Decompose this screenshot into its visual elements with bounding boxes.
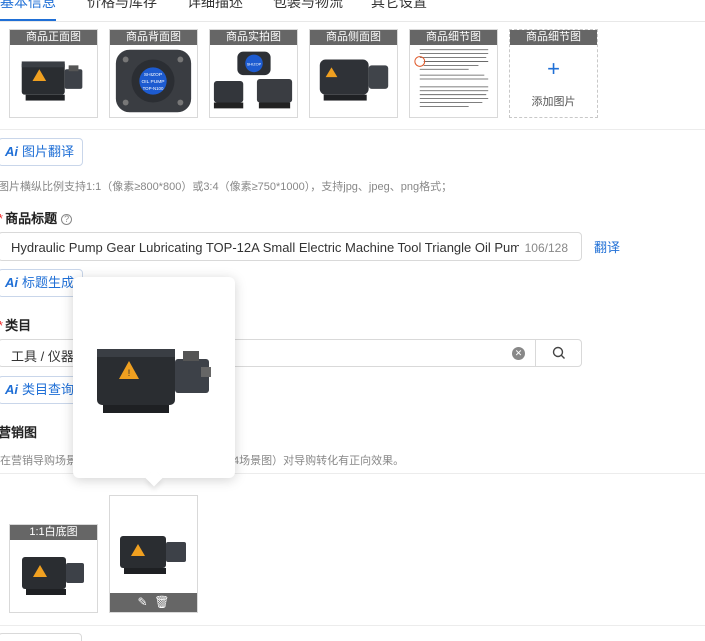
category-query-button[interactable]: Ai 类目查询 [0,376,84,404]
title-input-value[interactable]: Hydraulic Pump Gear Lubricating TOP-12A … [11,240,519,255]
pump-photo-preview: ! [97,349,211,413]
pump-photo [319,59,389,101]
image-preview-popover: ! [73,277,235,487]
ai-icon: Ai [5,382,18,397]
title-field-label: *商品标题? [0,208,73,227]
pump-photo: SHIZOP [213,51,293,109]
image-caption: 商品细节图 [510,30,597,45]
document-photo [414,49,489,107]
edit-icon[interactable]: ✎ [138,595,148,609]
add-image-label: 添加图片 [531,96,576,108]
add-image-button[interactable]: 商品细节图 + 添加图片 [509,29,598,118]
image-caption: 商品细节图 [410,30,497,45]
image-actions: ✎ 🗑 [110,593,197,612]
bottom-button-partial[interactable] [0,633,82,641]
pump-label-model: TOP-N100 [143,86,164,91]
required-mark: * [0,211,3,226]
active-tab-indicator [0,19,56,21]
image-translate-button[interactable]: Ai 图片翻译 [0,138,84,166]
section-divider [0,625,705,626]
product-image-real[interactable]: 商品实拍图 SHIZOP [209,29,298,118]
category-search-button[interactable] [535,339,582,367]
marketing-hint-left: 在营销导购场景 [0,455,77,467]
product-image-back[interactable]: 商品背面图 SHIZOP OIL PUMP TOP-N100 [109,29,198,118]
ai-icon: Ai [5,275,18,290]
ai-icon: Ai [5,144,18,159]
pump-label-brand: SHIZOP [247,61,262,66]
title-generate-label: 标题生成 [22,275,75,290]
pump-photo [22,557,84,595]
title-translate-link[interactable]: 翻译 [594,237,620,256]
marketing-hint-right: 4场景图）对导购转化有正向效果。 [233,455,405,467]
marketing-scene-image[interactable]: ✎ 🗑 [109,495,198,613]
pump-label-type: OIL PUMP [141,79,164,85]
image-caption: 商品正面图 [10,30,97,45]
tab-price-stock[interactable]: 价格与库存 [87,0,157,12]
image-format-hint: 图片横纵比例支持1:1（像素≥800*800）或3:4（像素≥750*1000）… [0,181,453,193]
pump-label-brand: SHIZOP [144,72,162,78]
marketing-field-label: 营销图 [0,425,38,440]
image-caption: 商品实拍图 [210,30,297,45]
section-divider [0,129,705,130]
delete-icon[interactable]: 🗑 [154,595,169,609]
image-caption: 商品侧面图 [310,30,397,45]
image-translate-label: 图片翻译 [22,144,75,159]
title-label-text: 商品标题 [5,211,58,226]
product-image-detail[interactable]: 商品细节图 [409,29,498,118]
tab-basic-info[interactable]: 基本信息 [0,0,56,12]
svg-text:!: ! [128,368,131,378]
help-icon[interactable]: ? [61,214,73,225]
category-field-label: *类目 [0,315,31,334]
tab-other-settings[interactable]: 其它设置 [371,0,427,12]
category-label-text: 类目 [5,318,32,333]
title-input[interactable]: Hydraulic Pump Gear Lubricating TOP-12A … [0,232,582,261]
pump-photo: SHIZOP OIL PUMP TOP-N100 [115,49,192,113]
product-image-side[interactable]: 商品侧面图 [309,29,398,118]
marketing-white-bg-image[interactable]: 1:1白底图 [9,524,98,613]
category-input-value[interactable]: 工具 / 仪器 [11,346,74,365]
required-mark: * [0,318,3,333]
category-query-label: 类目查询 [22,382,75,397]
tab-detail-description[interactable]: 详细描述 [187,0,243,12]
popover-arrow [145,469,163,487]
clear-icon[interactable]: ✕ [512,347,525,360]
title-char-count: 106/128 [524,241,568,255]
pump-photo [21,61,83,101]
tab-packaging-logistics[interactable]: 包装与物流 [273,0,343,12]
title-generate-button[interactable]: Ai 标题生成 [0,269,84,297]
image-caption: 1:1白底图 [10,525,97,540]
pump-photo [120,536,186,574]
search-icon [552,346,565,359]
tab-bar: 基本信息 价格与库存 详细描述 包装与物流 其它设置 [0,0,705,22]
product-image-front[interactable]: 商品正面图 [9,29,98,118]
plus-icon: + [547,56,560,81]
image-caption: 商品背面图 [110,30,197,45]
